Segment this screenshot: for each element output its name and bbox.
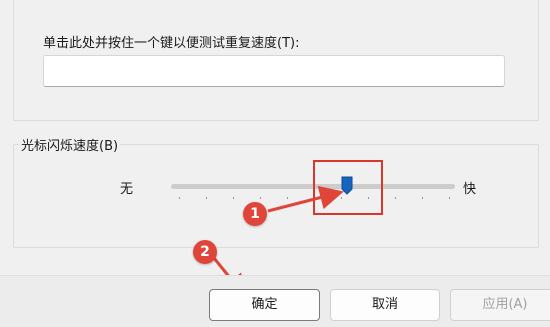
- step-badge-2: 2: [193, 240, 217, 264]
- slider-tick: [422, 197, 423, 199]
- slider-tick: [449, 197, 450, 199]
- slider-tick: [233, 197, 234, 199]
- apply-button[interactable]: 应用(A): [450, 289, 550, 321]
- slider-tick: [206, 197, 207, 199]
- repeat-test-label: 单击此处并按住一个键以便测试重复速度(T):: [43, 36, 300, 51]
- cursor-blink-group: [13, 144, 539, 248]
- slider-tick: [287, 197, 288, 199]
- ok-button[interactable]: 确定: [209, 289, 320, 321]
- slider-tick: [260, 197, 261, 199]
- cursor-blink-title: 光标闪烁速度(B): [19, 135, 121, 154]
- repeat-test-input[interactable]: [43, 55, 505, 87]
- slider-tick: [395, 197, 396, 199]
- slider-highlight-box: [313, 160, 383, 215]
- slider-fast-label: 快: [463, 182, 477, 197]
- slider-tick: [179, 197, 180, 199]
- slider-slow-label: 无: [120, 182, 134, 197]
- step-badge-1: 1: [243, 202, 267, 226]
- cancel-button[interactable]: 取消: [330, 289, 440, 321]
